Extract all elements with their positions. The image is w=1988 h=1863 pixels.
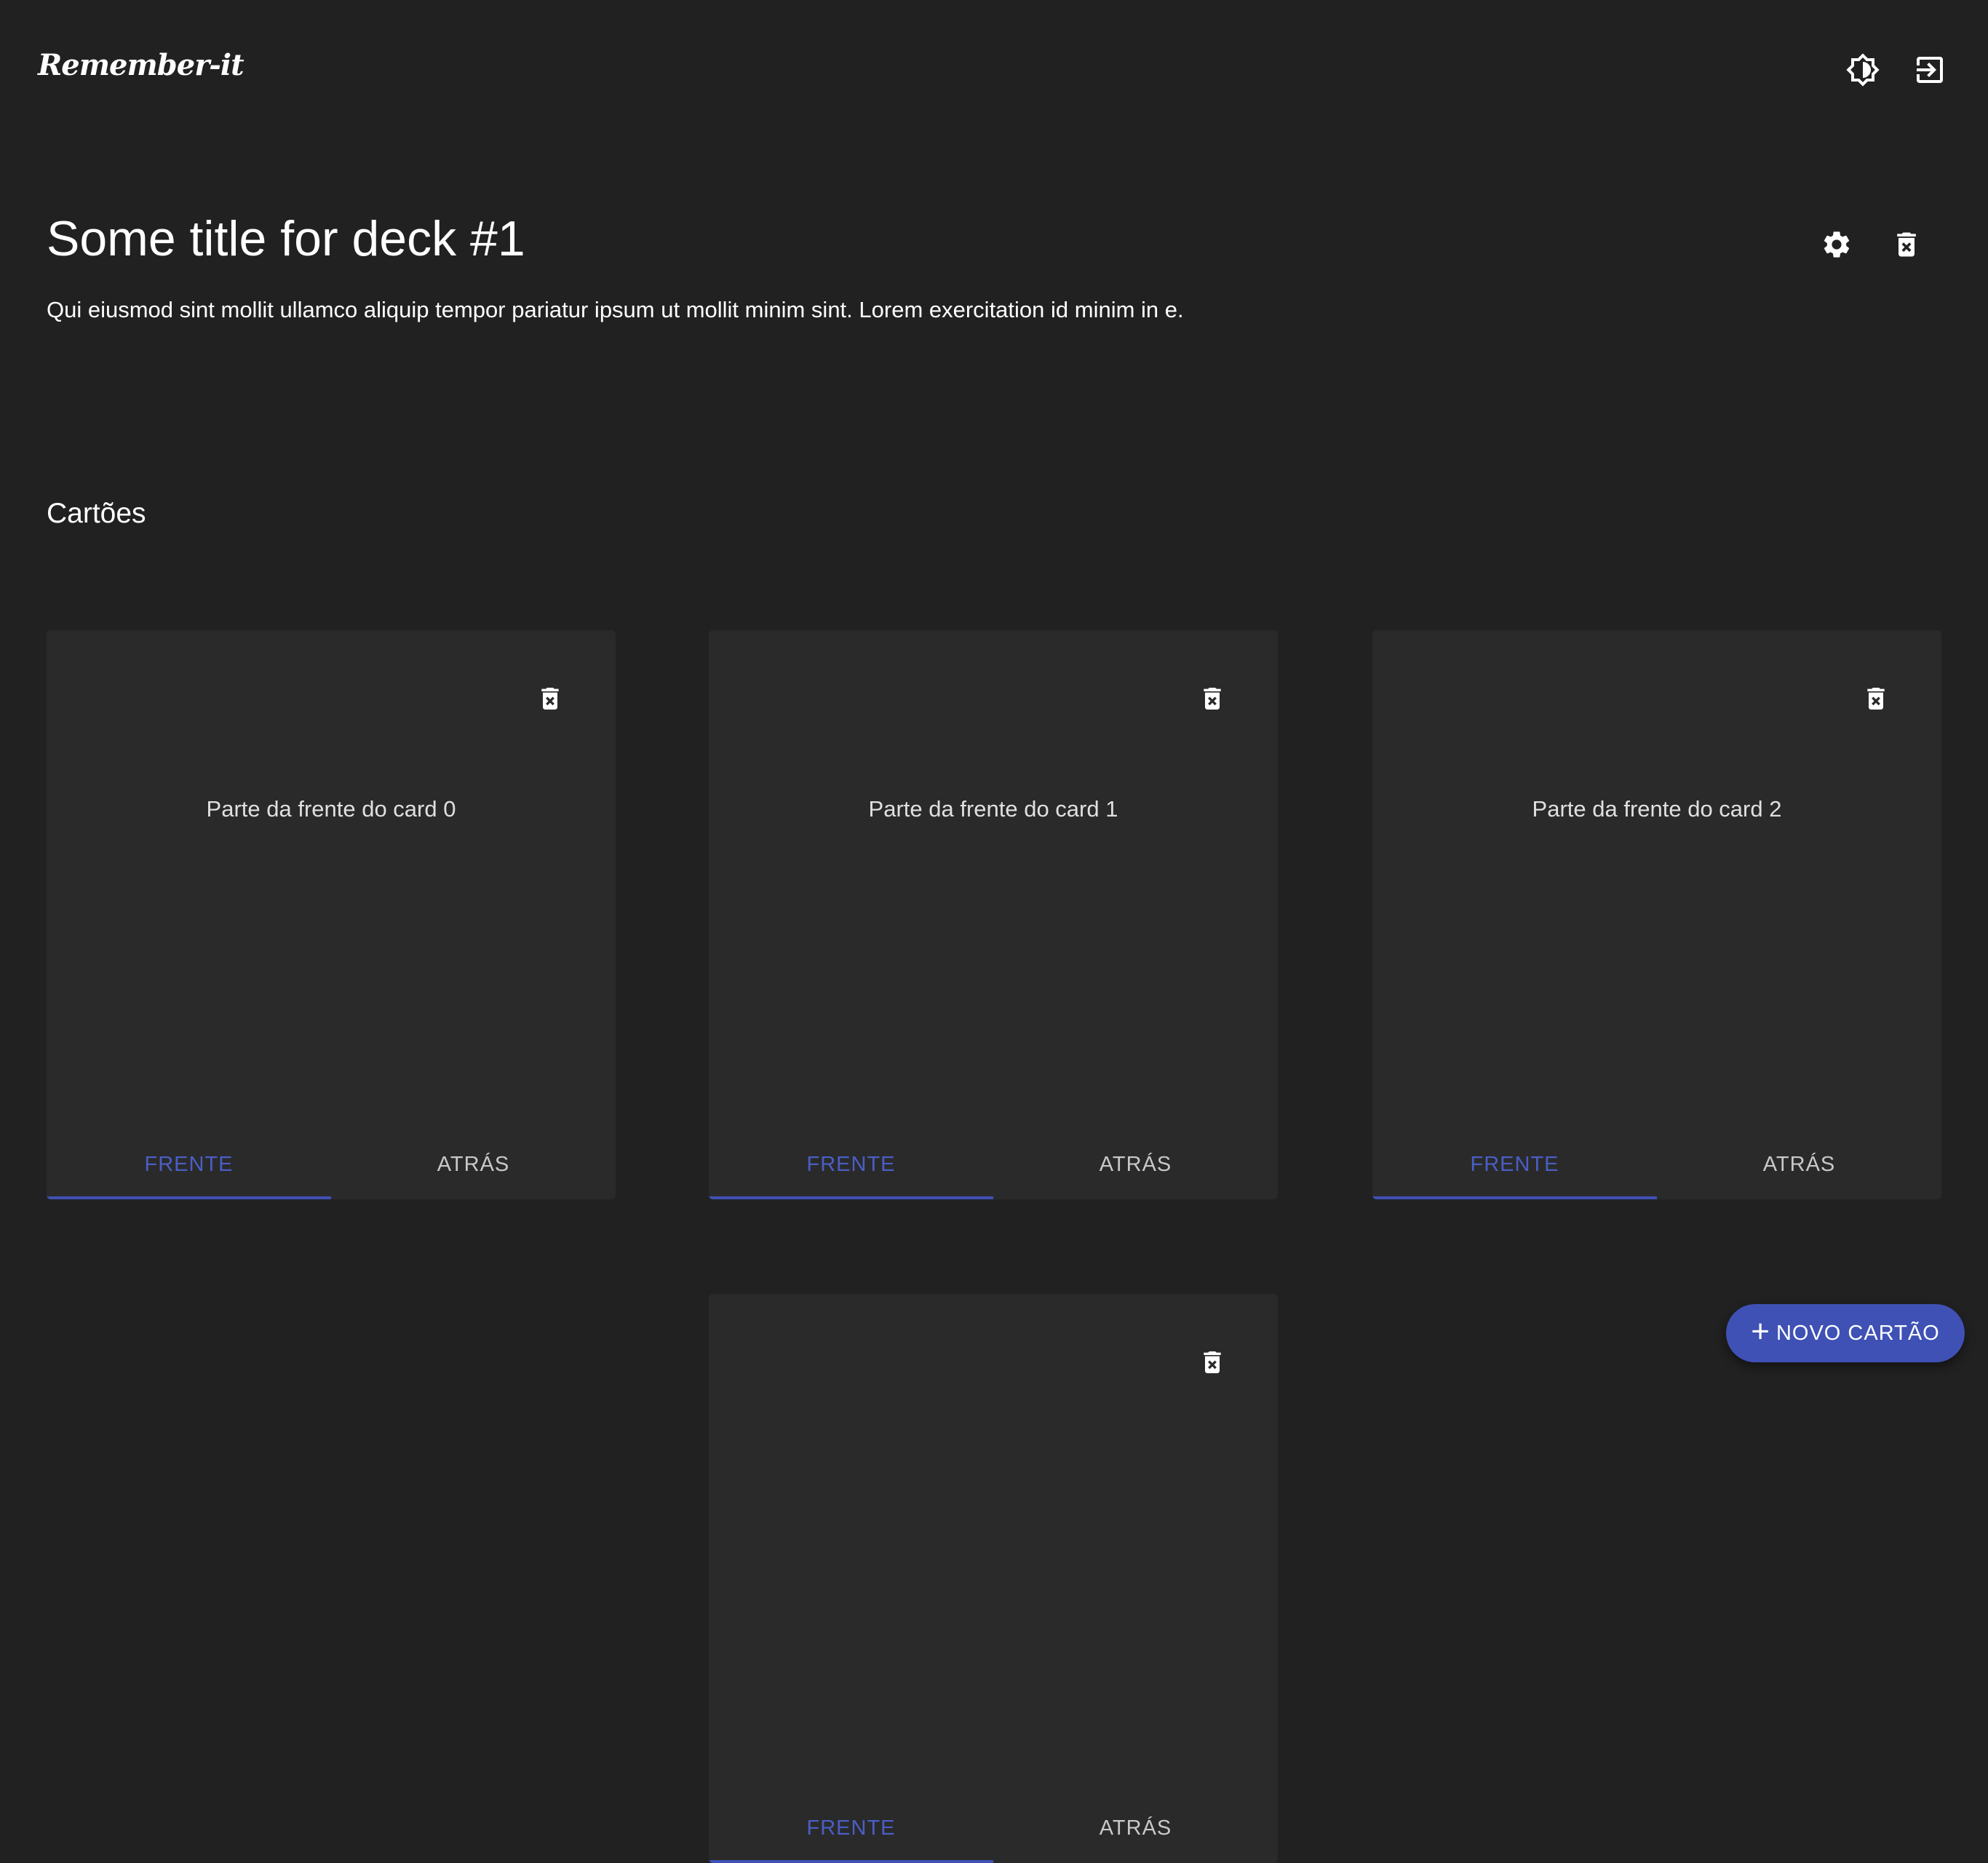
brightness-icon bbox=[1845, 52, 1880, 87]
card-delete-button[interactable] bbox=[524, 672, 576, 725]
app-bar: Remember-it bbox=[0, 0, 1988, 140]
trash-icon bbox=[1198, 1348, 1227, 1377]
card-item: Parte da frente do card 2 FRENTE ATRÁS bbox=[1372, 630, 1941, 1199]
new-card-button[interactable]: + NOVO CARTÃO bbox=[1726, 1304, 1965, 1362]
card-tabs: FRENTE ATRÁS bbox=[709, 1129, 1278, 1199]
card-item: Parte da frente do card 0 FRENTE ATRÁS bbox=[47, 630, 616, 1199]
tab-back[interactable]: ATRÁS bbox=[331, 1129, 616, 1199]
card-delete-button[interactable] bbox=[1186, 1336, 1238, 1389]
logout-icon bbox=[1912, 52, 1947, 87]
trash-icon bbox=[536, 684, 565, 713]
tab-front[interactable]: FRENTE bbox=[709, 1129, 993, 1199]
card-item: Parte da frente do card 1 FRENTE ATRÁS bbox=[709, 630, 1278, 1199]
logout-button[interactable] bbox=[1904, 44, 1956, 96]
deck-delete-button[interactable] bbox=[1880, 218, 1933, 271]
tab-back[interactable]: ATRÁS bbox=[993, 1793, 1278, 1863]
theme-toggle-button[interactable] bbox=[1837, 44, 1889, 96]
card-tabs: FRENTE ATRÁS bbox=[709, 1793, 1278, 1863]
trash-icon bbox=[1890, 229, 1923, 261]
tab-back[interactable]: ATRÁS bbox=[993, 1129, 1278, 1199]
tab-front[interactable]: FRENTE bbox=[1372, 1129, 1657, 1199]
card-tabs: FRENTE ATRÁS bbox=[47, 1129, 616, 1199]
plus-icon: + bbox=[1751, 1314, 1770, 1349]
trash-icon bbox=[1861, 684, 1890, 713]
new-card-label: NOVO CARTÃO bbox=[1776, 1321, 1940, 1345]
cards-section-title: Cartões bbox=[47, 498, 146, 529]
card-item: FRENTE ATRÁS bbox=[709, 1294, 1278, 1863]
tab-front[interactable]: FRENTE bbox=[47, 1129, 331, 1199]
brand-logo[interactable]: Remember-it bbox=[38, 48, 244, 82]
deck-title: Some title for deck #1 bbox=[47, 211, 525, 266]
card-delete-button[interactable] bbox=[1186, 672, 1238, 725]
tab-front[interactable]: FRENTE bbox=[709, 1793, 993, 1863]
card-delete-button[interactable] bbox=[1850, 672, 1902, 725]
trash-icon bbox=[1198, 684, 1227, 713]
tab-back[interactable]: ATRÁS bbox=[1657, 1129, 1941, 1199]
gear-icon bbox=[1821, 229, 1853, 261]
card-front-text: Parte da frente do card 0 bbox=[206, 796, 456, 822]
deck-description: Qui eiusmod sint mollit ullamco aliquip … bbox=[47, 297, 1184, 322]
card-front-text: Parte da frente do card 1 bbox=[868, 796, 1118, 822]
card-tabs: FRENTE ATRÁS bbox=[1372, 1129, 1941, 1199]
deck-settings-button[interactable] bbox=[1810, 218, 1863, 271]
card-front-text: Parte da frente do card 2 bbox=[1532, 796, 1782, 822]
